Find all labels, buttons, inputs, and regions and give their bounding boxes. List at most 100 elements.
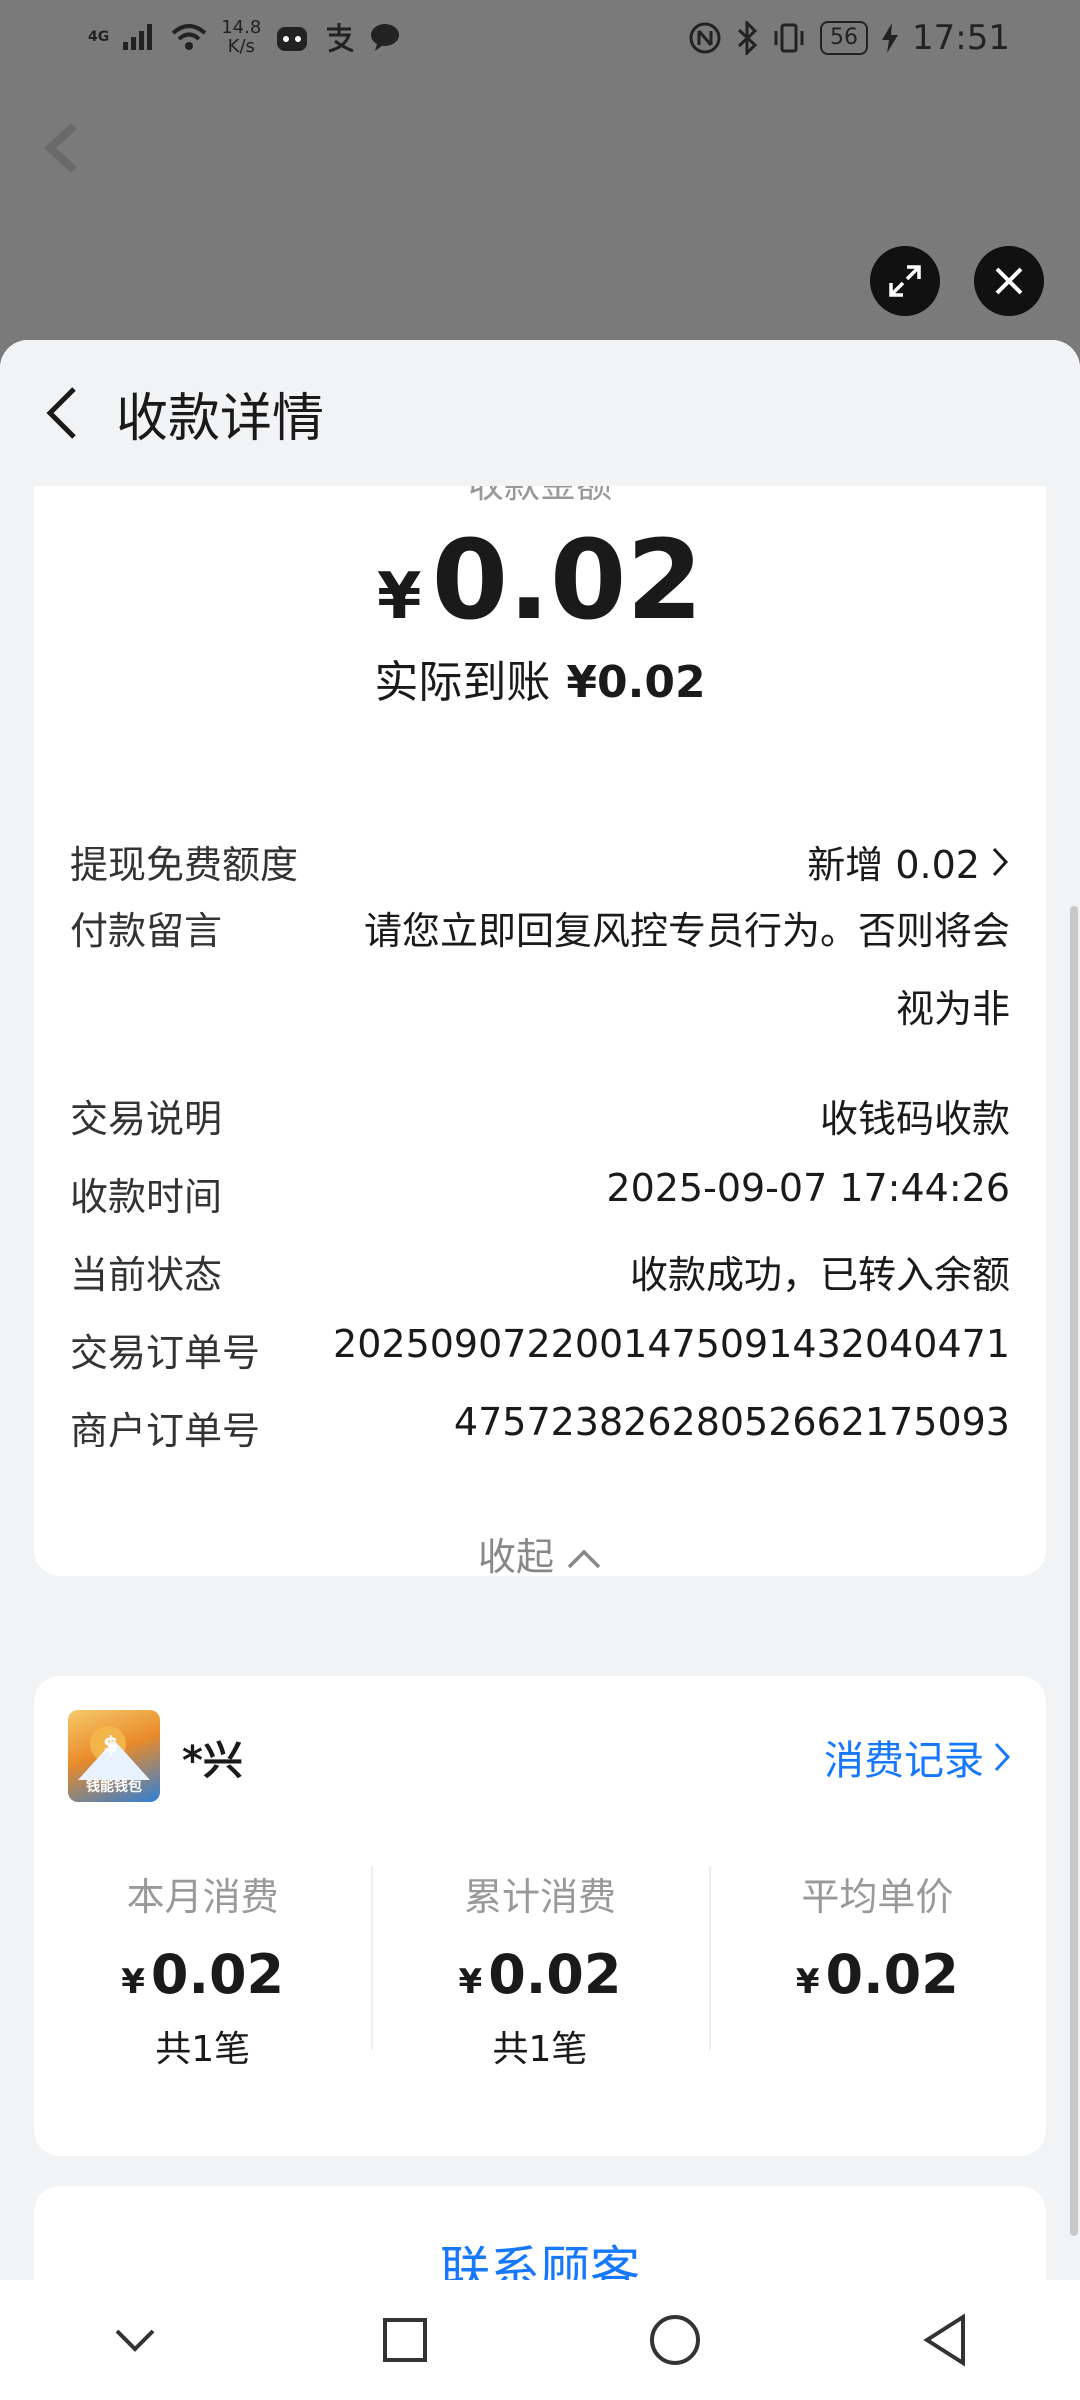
stat-label: 本月消费 xyxy=(126,1875,279,1919)
chevron-up-icon xyxy=(567,1549,601,1569)
currency-symbol: ¥ xyxy=(377,560,422,634)
detail-key: 付款留言 xyxy=(70,909,223,953)
charging-icon xyxy=(882,23,899,53)
stat-count: 共1笔 xyxy=(155,2029,251,2070)
logo-text: 钱能钱包 xyxy=(86,1779,142,1795)
battery-level: 56 xyxy=(820,21,869,55)
bluetooth-icon xyxy=(737,21,758,55)
detail-value: 请您立即回复风控专员行为。否则将会视为非 xyxy=(363,909,1010,1031)
detail-value: 2025090722001475091432040471 xyxy=(333,1322,1010,1366)
detail-value: 收钱码收款 xyxy=(819,1097,1010,1141)
customer-name: *兴 xyxy=(182,1738,243,1784)
actual-label: 实际到账 xyxy=(374,657,551,708)
back-button[interactable] xyxy=(30,381,94,445)
detail-value: 收款成功，已转入余额 xyxy=(629,1253,1010,1297)
collapse-button[interactable]: 收起 xyxy=(34,1526,1046,1581)
chat-notification-icon xyxy=(371,24,400,51)
stat-value: ¥0.02 xyxy=(709,1943,1046,2006)
detail-row-free-quota[interactable]: 提现免费额度 新增 0.02 xyxy=(70,834,1010,889)
scrollbar[interactable] xyxy=(1070,906,1078,2236)
detail-value: 新增 0.02 xyxy=(807,834,1010,889)
chevron-down-icon xyxy=(115,2329,155,2352)
detail-key: 商户订单号 xyxy=(70,1409,261,1453)
consumption-stats: 本月消费 ¥0.02 共1笔 累计消费 ¥0.02 共1笔 平均单价 ¥0.02 xyxy=(34,1866,1046,2072)
triangle-back-icon xyxy=(923,2313,965,2367)
status-bar: 4G 14.8 K/s 56 17:51 xyxy=(0,0,1080,80)
detail-value: 47572382628052662175093 xyxy=(453,1400,1010,1444)
chevron-right-icon xyxy=(992,847,1009,876)
stat-month: 本月消费 ¥0.02 共1笔 xyxy=(34,1866,371,2072)
amount-number: 0.02 xyxy=(431,516,703,644)
svg-text:$: $ xyxy=(103,1733,118,1758)
detail-key: 收款时间 xyxy=(70,1175,223,1219)
detail-key: 提现免费额度 xyxy=(70,843,299,887)
nav-recents-button[interactable] xyxy=(365,2300,445,2380)
collapse-label: 收起 xyxy=(477,1535,554,1579)
amount-label: 收款金额 xyxy=(34,486,1046,508)
close-button[interactable] xyxy=(974,246,1044,316)
stat-value: ¥0.02 xyxy=(34,1943,371,2006)
stat-total: 累计消费 ¥0.02 共1笔 xyxy=(371,1866,708,2072)
background-back-icon xyxy=(34,118,94,178)
stat-count: 共1笔 xyxy=(492,2029,588,2070)
nfc-icon xyxy=(689,22,721,54)
network-type: 4G xyxy=(88,28,110,45)
customer-avatar: $ 钱能钱包 xyxy=(68,1710,160,1802)
chevron-right-icon xyxy=(994,1742,1011,1772)
speed-unit: K/s xyxy=(227,36,255,57)
stat-number: 0.02 xyxy=(488,1943,622,2006)
expand-button[interactable] xyxy=(870,246,940,316)
stat-average: 平均单价 ¥0.02 xyxy=(708,1866,1046,2072)
network-speed: 14.8 K/s xyxy=(221,18,261,56)
status-bar-left: 4G 14.8 K/s xyxy=(88,18,401,56)
detail-row-status: 当前状态 收款成功，已转入余额 xyxy=(70,1244,1010,1299)
detail-key: 交易订单号 xyxy=(70,1331,261,1375)
detail-value: 2025-09-07 17:44:26 xyxy=(606,1166,1010,1210)
vibrate-icon xyxy=(774,23,804,53)
signal-icon xyxy=(123,24,153,50)
customer-card: $ 钱能钱包 *兴 消费记录 本月消费 ¥0.02 共1笔 累计消费 ¥0.02… xyxy=(34,1676,1046,2156)
currency-symbol: ¥ xyxy=(458,1962,483,2002)
amount-value: ¥0.02 xyxy=(34,516,1046,644)
stat-label: 累计消费 xyxy=(463,1875,616,1919)
detail-row-message: 付款留言 请您立即回复风控专员行为。否则将会视为非 xyxy=(70,892,1010,1048)
stat-number: 0.02 xyxy=(150,1943,285,2006)
sheet-header: 收款详情 xyxy=(0,340,1080,486)
stat-number: 0.02 xyxy=(825,1943,959,2006)
close-icon xyxy=(995,267,1023,295)
stat-label: 平均单价 xyxy=(801,1875,954,1919)
detail-sheet: 收款详情 收款金额 ¥0.02 实际到账 ¥0.02 提现免费额度 新增 0.02… xyxy=(0,340,1080,2280)
consumption-records-link[interactable]: 消费记录 xyxy=(824,1728,1012,1786)
alipay-notification-icon xyxy=(327,23,354,53)
page-title: 收款详情 xyxy=(116,388,325,449)
square-icon xyxy=(383,2318,427,2362)
detail-key: 当前状态 xyxy=(70,1253,223,1297)
payment-detail-card: 收款金额 ¥0.02 实际到账 ¥0.02 提现免费额度 新增 0.02 付款留言… xyxy=(34,486,1046,1579)
detail-row-time: 收款时间 2025-09-07 17:44:26 xyxy=(70,1166,1010,1221)
detail-key: 交易说明 xyxy=(70,1097,223,1141)
clock: 17:51 xyxy=(912,18,1010,58)
detail-row-description: 交易说明 收钱码收款 xyxy=(70,1088,1010,1143)
currency-symbol: ¥ xyxy=(795,1962,820,2002)
contact-customer-button[interactable]: 联系顾客 xyxy=(34,2230,1046,2280)
nav-back-button[interactable] xyxy=(905,2300,985,2380)
circle-icon xyxy=(650,2315,700,2365)
expand-icon xyxy=(889,265,921,297)
stat-value: ¥0.02 xyxy=(371,1943,708,2006)
nav-hide-button[interactable] xyxy=(95,2300,175,2380)
actual-value: ¥0.02 xyxy=(566,657,706,708)
back-arrow-icon xyxy=(46,387,76,439)
contact-card: 联系顾客 xyxy=(34,2186,1046,2280)
detail-row-transaction-id: 交易订单号 2025090722001475091432040471 xyxy=(70,1322,1010,1377)
nav-home-button[interactable] xyxy=(635,2300,715,2380)
detail-row-merchant-order-id: 商户订单号 47572382628052662175093 xyxy=(70,1400,1010,1455)
scroll-content[interactable]: 收款金额 ¥0.02 实际到账 ¥0.02 提现免费额度 新增 0.02 付款留言… xyxy=(0,486,1080,2280)
wallet-logo-icon: $ xyxy=(78,1726,150,1780)
records-link-label: 消费记录 xyxy=(824,1738,984,1784)
status-bar-right: 56 17:51 xyxy=(688,18,1010,58)
currency-symbol: ¥ xyxy=(121,1962,145,2002)
wifi-icon xyxy=(171,24,207,50)
free-quota-value: 新增 0.02 xyxy=(807,843,980,887)
speed-value: 14.8 xyxy=(221,17,262,38)
actual-received: 实际到账 ¥0.02 xyxy=(34,646,1046,710)
